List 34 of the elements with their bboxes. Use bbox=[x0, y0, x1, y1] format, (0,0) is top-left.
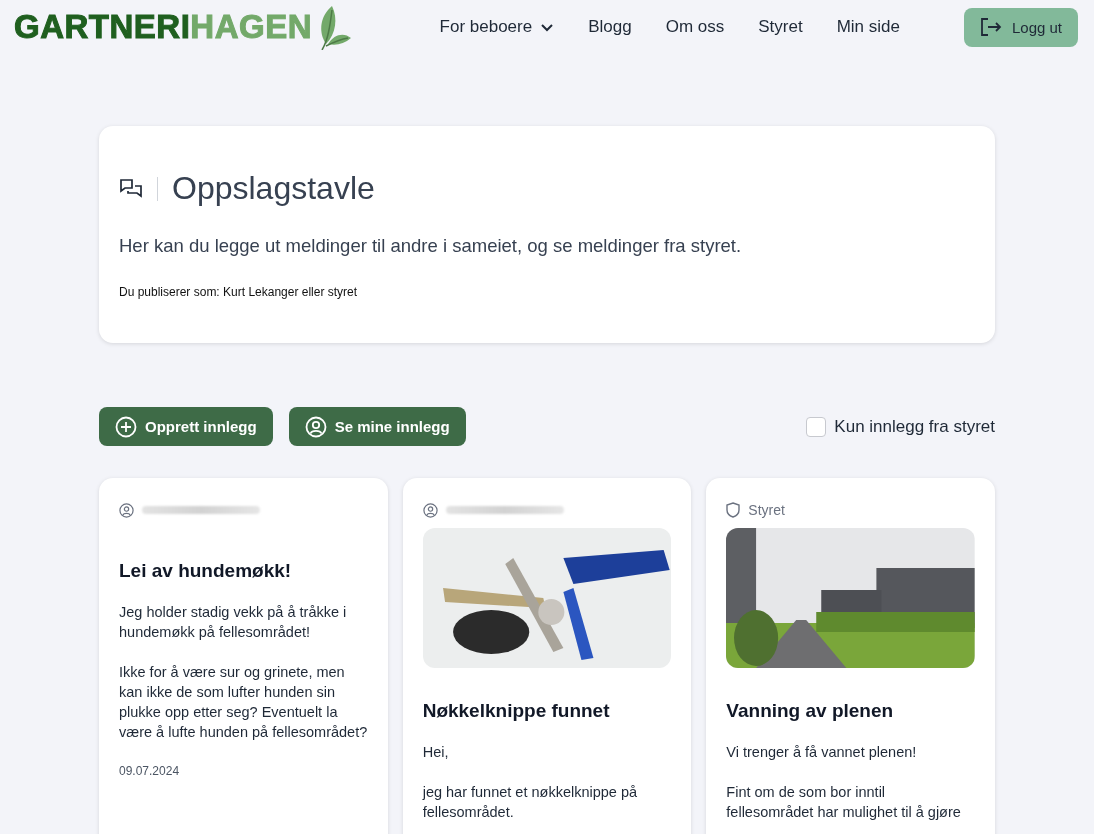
my-posts-button[interactable]: Se mine innlegg bbox=[288, 407, 466, 446]
page-title: Oppslagstavle bbox=[172, 170, 375, 207]
post-title: Vanning av plenen bbox=[726, 700, 895, 722]
checkbox[interactable] bbox=[806, 416, 827, 437]
post-text: Ikke for å være sur og grinete, men kan ikke de som lufter hunden sin plukke opp etter seg? Eventuelt la være å lufte hunden på fellesområdet? bbox=[119, 663, 368, 742]
nav-link[interactable]: For beboere bbox=[439, 17, 555, 37]
post-card[interactable]: Nøkkelknippe funnet Hei, jeg har funnet et nøkkelknippe på fellesområdet. bbox=[402, 478, 692, 834]
user-circle-icon bbox=[304, 415, 327, 438]
post-text: Vi trenger å få vannet plenen! bbox=[726, 743, 918, 762]
publishing-as-text: Du publiserer som: Kurt Lekanger eller styret bbox=[119, 285, 359, 299]
user-icon bbox=[422, 502, 438, 518]
nav-link[interactable]: Om oss bbox=[665, 17, 725, 37]
author-name: Styret bbox=[748, 502, 785, 518]
post-card[interactable]: Styret Vanning av plenen Vi trenger å få vannet plenen! Fint om de som bor inntil fellesområdet har mulighet til å gjøre bbox=[706, 478, 995, 834]
logout-button[interactable]: Logg ut bbox=[963, 7, 1078, 47]
post-title: Lei av hundemøkk! bbox=[119, 560, 293, 582]
post-card[interactable] bbox=[99, 478, 388, 834]
post-text: Jeg holder stadig vekk på å tråkke i hundemøkk på fellesområdet! bbox=[119, 603, 348, 642]
plus-circle-icon bbox=[115, 415, 137, 438]
logo[interactable]: GARTNERIHAGEN bbox=[14, 4, 353, 50]
nav-link[interactable]: Min side bbox=[836, 17, 900, 37]
create-post-button[interactable]: Opprett innlegg bbox=[99, 407, 273, 446]
nav-link[interactable]: Styret bbox=[758, 17, 803, 37]
user-icon bbox=[119, 502, 134, 518]
post-title: Nøkkelknippe funnet bbox=[422, 700, 611, 722]
chat-bubbles-icon bbox=[119, 177, 143, 200]
post-text: jeg har funnet et nøkkelknippe på fellesområdet. bbox=[422, 783, 639, 822]
description-text: Her kan du legge ut meldinger til andre i sameiet, og se meldinger fra styret. bbox=[119, 235, 743, 257]
post-text: Fint om de som bor inntil fellesområdet har mulighet til å gjøre bbox=[726, 783, 962, 822]
post-text: Hei, bbox=[422, 743, 450, 762]
shield-icon bbox=[726, 502, 741, 518]
post-date: 09.07.2024 bbox=[119, 764, 181, 778]
nav-link[interactable]: Blogg bbox=[588, 17, 632, 37]
logout-icon bbox=[979, 17, 1002, 37]
